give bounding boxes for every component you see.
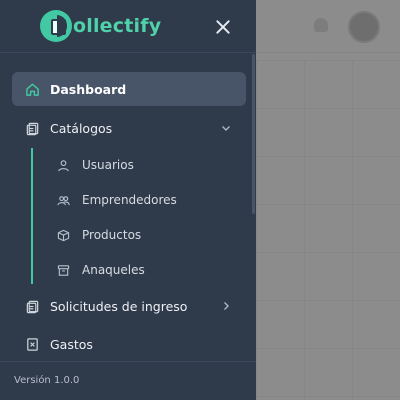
nav-item-catalogos[interactable]: Catálogos [12,111,246,145]
user-icon [56,158,70,172]
sub-label-productos: Productos [82,228,142,242]
page-backdrop[interactable] [256,0,400,400]
users-icon [56,193,70,207]
notification-bell-icon [314,18,328,32]
drawer-header: ollectify [0,0,256,53]
nav-label-solicitudes: Solicitudes de ingreso [50,298,188,314]
cart-icon [51,19,66,35]
sub-item-emprendedores[interactable]: Emprendedores [44,186,244,214]
app-name: ollectify [73,15,162,37]
sub-label-usuarios: Usuarios [82,158,134,172]
chevron-right-icon [220,300,232,312]
receipt-icon [24,336,40,352]
version-label: Versión 1.0.0 [14,375,80,386]
home-icon [24,81,40,97]
submenu-indicator-line [31,148,33,284]
logo-mark-icon [40,10,72,42]
side-drawer: ollectify Dashboard Catálogos Usuarios E… [0,0,256,400]
avatar [348,11,380,43]
sub-item-anaqueles[interactable]: Anaqueles [44,256,244,284]
drawer-footer: Versión 1.0.0 [0,361,256,400]
clipboard-icon [24,120,40,136]
archive-icon [56,263,70,277]
sub-item-usuarios[interactable]: Usuarios [44,151,244,179]
scrollbar[interactable] [252,54,255,214]
box-icon [56,228,70,242]
close-icon[interactable] [214,18,232,36]
sub-item-productos[interactable]: Productos [44,221,244,249]
nav-label-catalogos: Catálogos [50,120,113,136]
nav-label-dashboard: Dashboard [50,81,127,97]
sub-label-emprendedores: Emprendedores [82,193,177,207]
nav-item-dashboard[interactable]: Dashboard [12,72,246,106]
app-logo[interactable]: ollectify [40,8,161,44]
sub-label-anaqueles: Anaqueles [82,263,145,277]
nav-label-gastos: Gastos [50,336,93,352]
clipboard-icon [24,298,40,314]
chevron-down-icon [220,122,232,134]
nav-item-solicitudes[interactable]: Solicitudes de ingreso [12,289,246,323]
app-content-dimmed [256,60,400,400]
nav-item-gastos[interactable]: Gastos [12,327,246,361]
